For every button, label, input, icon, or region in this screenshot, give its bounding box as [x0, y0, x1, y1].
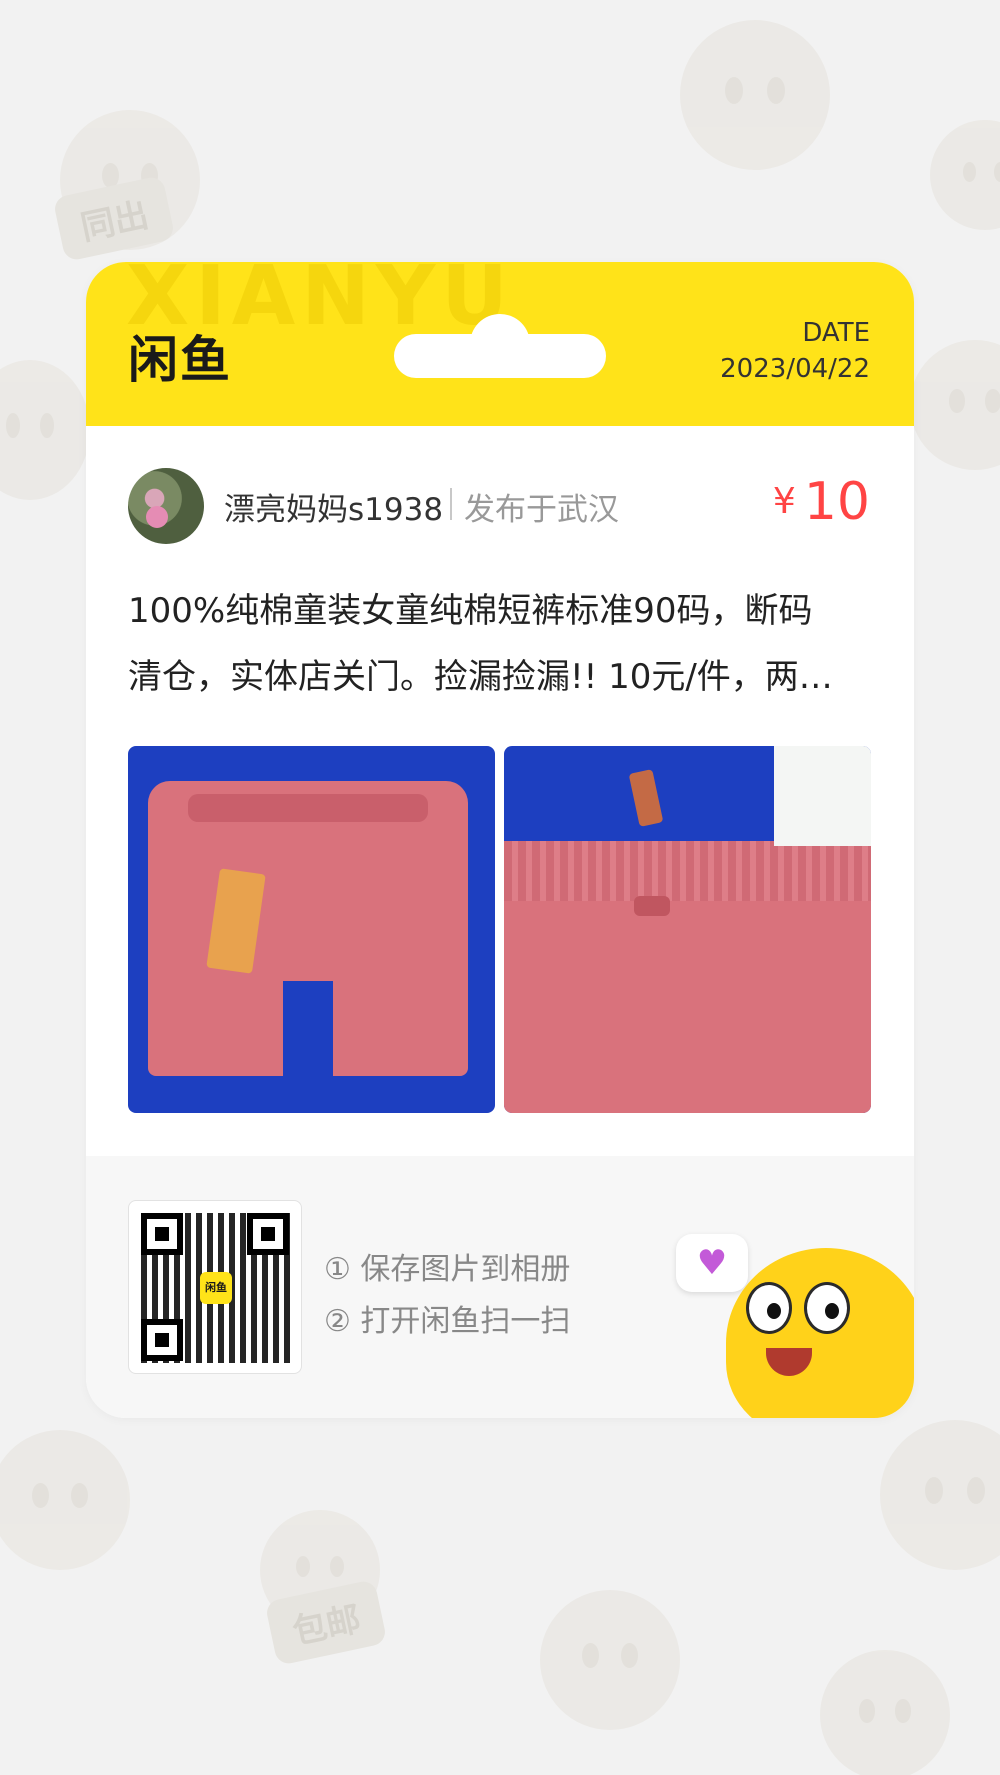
xianyu-mascot-icon	[726, 1248, 914, 1418]
description-line: 100%纯棉童装女童纯棉短裤标准90码，断码	[128, 591, 813, 631]
qr-finder	[247, 1213, 289, 1255]
seller-avatar	[128, 468, 204, 544]
seller-name: 漂亮妈妈s1938	[224, 492, 444, 528]
mascot-face-icon	[930, 120, 1000, 230]
share-card: XIANYU 闲鱼 DATE 2023/04/22 漂亮妈妈s1938 发布于武…	[86, 262, 914, 1418]
instruction-step-2: ② 打开闲鱼扫一扫	[324, 1304, 571, 1339]
currency-symbol: ¥	[772, 481, 796, 522]
mascot-eye	[746, 1282, 792, 1334]
qr-code: 闲鱼	[128, 1200, 302, 1374]
mascot-pupil	[767, 1303, 781, 1319]
mascot-face-icon	[820, 1650, 950, 1775]
instruction-step-1: ① 保存图片到相册	[324, 1252, 571, 1287]
mascot-face-icon	[0, 1430, 130, 1570]
header-notch	[394, 314, 606, 378]
bow-detail	[634, 896, 670, 916]
mascot-face-icon	[680, 20, 830, 170]
qr-center-logo: 闲鱼	[200, 1272, 232, 1304]
xianyu-logo: 闲鱼	[128, 331, 232, 389]
pink-shorts-waistband-photo	[504, 746, 871, 1113]
card-footer: 闲鱼 ① 保存图片到相册 ② 打开闲鱼扫一扫 ♥	[86, 1156, 914, 1418]
mascot-eye	[804, 1282, 850, 1334]
item-description: 100%纯棉童装女童纯棉短裤标准90码，断码 清仓，实体店关门。捡漏捡漏!! 1…	[128, 578, 878, 710]
description-line: 清仓，实体店关门。捡漏捡漏!! 10元/件，两…	[128, 657, 833, 697]
publish-location: 发布于武汉	[464, 492, 619, 528]
heart-icon: ♥	[676, 1234, 748, 1292]
shorts-waistband	[188, 794, 428, 822]
mascot-mouth	[766, 1348, 812, 1376]
divider	[450, 488, 452, 520]
date-value: 2023/04/22	[720, 354, 870, 384]
card-header: XIANYU 闲鱼 DATE 2023/04/22	[86, 262, 914, 426]
hang-tag	[628, 769, 664, 827]
pink-shorts-photo	[128, 746, 495, 1113]
elastic-waistband	[504, 841, 871, 901]
qr-finder	[141, 1319, 183, 1361]
paper-tag	[774, 746, 871, 846]
mascot-face-icon	[910, 340, 1000, 470]
mascot-face-icon	[540, 1590, 680, 1730]
price-value: 10	[803, 472, 870, 532]
price: ¥10	[773, 472, 870, 532]
mascot-face-icon	[0, 360, 90, 500]
mascot-pupil	[825, 1303, 839, 1319]
mascot-face-icon	[880, 1420, 1000, 1570]
date-label: DATE	[802, 318, 870, 348]
qr-finder	[141, 1213, 183, 1255]
shorts-shape	[148, 781, 468, 1081]
